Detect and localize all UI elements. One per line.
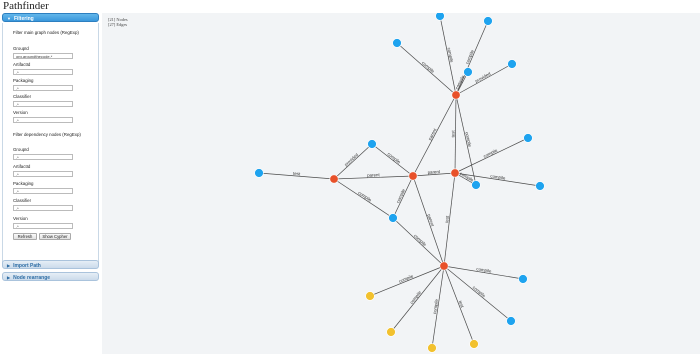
edge-label: parent xyxy=(367,172,380,178)
dep-groupid-input[interactable] xyxy=(13,154,73,160)
main-packaging-input[interactable] xyxy=(13,85,73,91)
edge-label: parent xyxy=(427,169,441,175)
filtering-panel: Filter main graph nodes (RegExp) GroupId… xyxy=(2,23,99,266)
edge-label: test xyxy=(450,130,455,138)
graph-node-main[interactable] xyxy=(408,171,418,181)
graph-edge xyxy=(454,137,529,174)
edge-label: provided xyxy=(343,152,359,167)
dep-packaging-input[interactable] xyxy=(13,188,73,194)
edge-label: provided xyxy=(474,71,492,84)
graph-node-dependency[interactable] xyxy=(507,59,517,69)
graph-node-dependency[interactable] xyxy=(463,67,473,77)
main-version-input[interactable] xyxy=(13,117,73,123)
graph-edge xyxy=(443,265,475,345)
graph-node-import[interactable] xyxy=(365,291,375,301)
node-rearrange-panel-title: Node rearrange xyxy=(13,275,51,281)
triangle-down-icon: ▼ xyxy=(7,16,11,21)
graph-node-dependency[interactable] xyxy=(392,38,402,48)
edge-label: compile xyxy=(387,151,402,165)
edge-label: test xyxy=(444,215,450,223)
graph-edge xyxy=(412,175,445,267)
graph-edge xyxy=(443,265,512,322)
edge-label: compile xyxy=(395,188,406,204)
import-path-panel-header[interactable]: ▶ Import Path xyxy=(2,260,99,269)
graph-node-main[interactable] xyxy=(450,168,460,178)
graph-edge xyxy=(371,143,414,177)
filtering-panel-title: Filtering xyxy=(13,16,34,22)
edge-label: parent xyxy=(427,127,438,141)
graph-node-dependency[interactable] xyxy=(523,133,533,143)
graph-node-dependency[interactable] xyxy=(254,168,264,178)
graph-node-dependency[interactable] xyxy=(518,274,528,284)
dependency-graph[interactable]: compile compile compile provided compile pare… xyxy=(102,13,700,354)
graph-edge xyxy=(333,178,394,219)
edge-label: compile xyxy=(409,290,423,305)
edge-label: compile xyxy=(357,190,373,203)
main-classifier-label: Classifier xyxy=(13,94,32,99)
graph-node-dependency[interactable] xyxy=(471,180,481,190)
edge-label: test xyxy=(458,300,465,309)
dep-artifactid-label: ArtifactId xyxy=(13,164,31,169)
main-version-label: Version xyxy=(13,110,28,115)
edge-label: compile xyxy=(464,49,475,65)
edge-label: compile xyxy=(472,285,487,299)
edge-label: compile xyxy=(413,233,428,247)
edge-label: compile xyxy=(421,60,436,74)
edge-label: parent xyxy=(426,213,435,227)
node-rearrange-panel-header[interactable]: ▶ Node rearrange xyxy=(2,272,99,281)
main-artifactid-label: ArtifactId xyxy=(13,62,31,67)
dep-classifier-input[interactable] xyxy=(13,205,73,211)
main-artifactid-input[interactable] xyxy=(13,69,73,75)
main-classifier-input[interactable] xyxy=(13,101,73,107)
edge-label: compile xyxy=(398,273,414,284)
graph-edge xyxy=(392,175,414,219)
app-title: Pathfinder xyxy=(3,0,49,12)
dep-groupid-label: GroupId xyxy=(13,147,29,152)
edge-label: compile xyxy=(483,147,499,158)
graph-node-main[interactable] xyxy=(329,174,339,184)
dep-version-label: Version xyxy=(13,216,28,221)
graph-node-dependency[interactable] xyxy=(506,316,516,326)
graph-node-import[interactable] xyxy=(427,343,437,353)
refresh-button[interactable]: Refresh xyxy=(13,233,37,240)
dep-version-input[interactable] xyxy=(13,223,73,229)
graph-node-main[interactable] xyxy=(451,90,461,100)
graph-node-import[interactable] xyxy=(469,339,479,349)
graph-edge xyxy=(369,265,445,297)
graph-node-dependency[interactable] xyxy=(388,213,398,223)
edge-label: test xyxy=(293,171,301,177)
triangle-right-icon: ▶ xyxy=(7,263,11,268)
main-groupid-label: GroupId xyxy=(13,46,29,51)
filtering-panel-header[interactable]: ▼ Filtering xyxy=(2,13,99,22)
dependency-filter-heading: Filter dependency nodes (RegExp) xyxy=(13,132,81,137)
main-filter-heading: Filter main graph nodes (RegExp) xyxy=(13,30,79,35)
dep-artifactid-input[interactable] xyxy=(13,171,73,177)
graph-node-import[interactable] xyxy=(386,327,396,337)
edge-label: compile xyxy=(432,298,439,314)
main-groupid-input[interactable] xyxy=(13,53,73,59)
show-cypher-button[interactable]: Show Cypher xyxy=(39,233,71,240)
import-path-panel-title: Import Path xyxy=(13,263,41,269)
graph-node-dependency[interactable] xyxy=(367,139,377,149)
graph-edge xyxy=(392,217,445,267)
main-packaging-label: Packaging xyxy=(13,78,34,83)
graph-canvas[interactable]: [21] Nodes [27] Edges compile compile comp… xyxy=(102,13,700,354)
graph-node-dependency[interactable] xyxy=(435,13,445,21)
graph-node-dependency[interactable] xyxy=(483,16,493,26)
graph-node-dependency[interactable] xyxy=(535,181,545,191)
triangle-right-icon: ▶ xyxy=(7,275,11,280)
graph-node-main[interactable] xyxy=(439,261,449,271)
dep-packaging-label: Packaging xyxy=(13,181,34,186)
sidebar: ▼ Filtering Filter main graph nodes (RegE… xyxy=(2,13,100,354)
dep-classifier-label: Classifier xyxy=(13,198,32,203)
